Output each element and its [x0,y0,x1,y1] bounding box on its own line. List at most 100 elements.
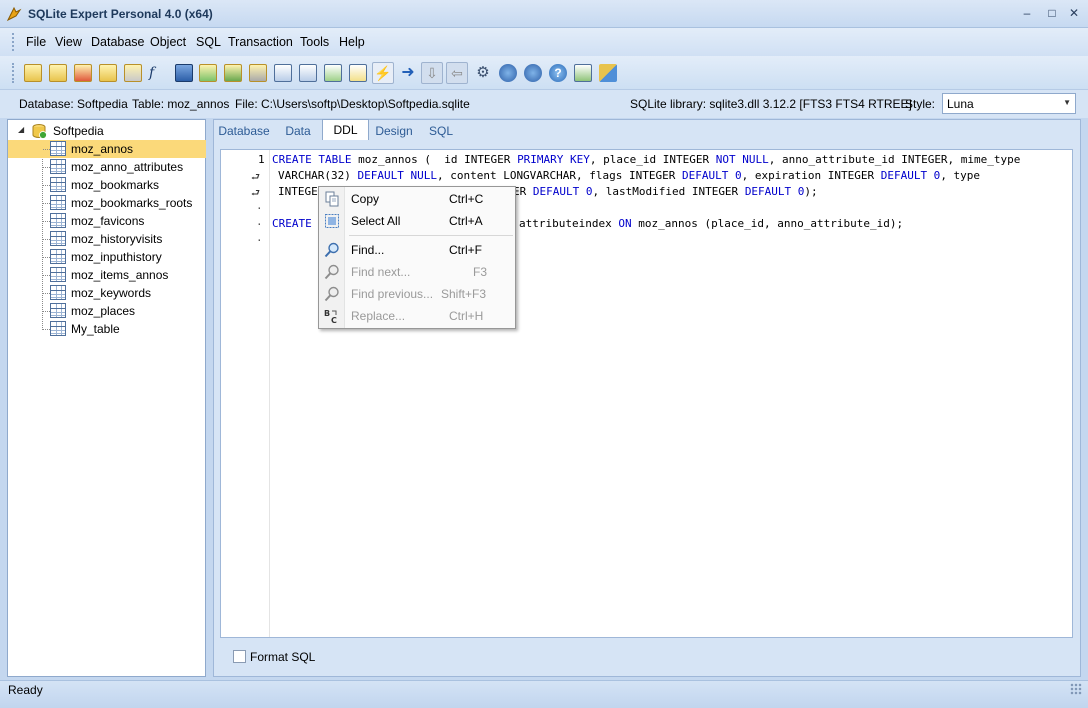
design-table-icon[interactable] [324,64,342,82]
options-icon[interactable]: ⚙ [474,64,492,82]
sql-text: , anno_attribute_id INTEGER, mime_type [768,153,1021,166]
menu-sql[interactable]: SQL [196,35,221,49]
menu-item-select-all[interactable]: Select All Ctrl+A [320,210,514,232]
wrap-icon: ⮐ [251,172,260,183]
next-icon[interactable]: ➜ [399,64,417,82]
script-icon[interactable] [499,64,517,82]
menu-item-find-next[interactable]: Find next... F3 [320,261,514,283]
menu-database[interactable]: Database [91,35,145,49]
menu-item-find[interactable]: Find... Ctrl+F [320,239,514,261]
tab-ddl[interactable]: DDL [322,119,369,140]
close-database-icon[interactable] [74,64,92,82]
menu-help[interactable]: Help [339,35,365,49]
copy-icon [325,191,339,207]
table-icon [50,303,66,318]
code-line-1: CREATE TABLE moz_annos ( id INTEGER PRIM… [272,153,1020,166]
window-title: SQLite Expert Personal 4.0 (x64) [28,7,213,21]
title-bar: SQLite Expert Personal 4.0 (x64) – □ ✕ [0,0,1088,28]
menu-tools[interactable]: Tools [300,35,329,49]
maximize-button[interactable]: □ [1042,5,1062,21]
menu-transaction[interactable]: Transaction [228,35,293,49]
tree-item-moz-keywords[interactable]: moz_keywords [8,284,206,302]
toolbar-grip[interactable] [12,63,15,83]
menu-item-label: Find previous... [351,287,434,301]
refresh-icon[interactable] [199,64,217,82]
chevron-down-icon[interactable]: ▼ [1063,98,1071,107]
import-icon[interactable] [224,64,242,82]
backup-icon[interactable] [175,64,193,82]
tree-item-moz-inputhistory[interactable]: moz_inputhistory [8,248,206,266]
tree-root[interactable]: ◢ Softpedia [8,122,198,140]
sql-keyword: PRIMARY KEY [517,153,590,166]
sql-keyword: NOT NULL [715,153,769,166]
settings-icon[interactable] [249,64,267,82]
code-line-3-start: INTEGE [278,185,318,198]
tree-item-label: moz_inputhistory [71,250,162,264]
tree-item-label: moz_annos [71,142,134,156]
tree-item-moz-items-annos[interactable]: moz_items_annos [8,266,206,284]
table-info: Table: moz_annos [132,97,230,111]
help-icon[interactable]: ? [549,64,567,82]
code-line-4-start: CREATE [272,217,312,230]
tree-item-moz-annos[interactable]: moz_annos [8,140,206,158]
tree-item-moz-places[interactable]: moz_places [8,302,206,320]
new-view-icon[interactable] [299,64,317,82]
tree-item-moz-bookmarks-roots[interactable]: moz_bookmarks_roots [8,194,206,212]
tree-branch [43,275,50,276]
tree-branch [43,203,50,204]
tab-design[interactable]: Design [371,121,417,141]
style-dropdown[interactable]: Luna ▼ [942,93,1076,114]
menu-item-shortcut: F3 [473,265,488,279]
tree-item-moz-anno-attributes[interactable]: moz_anno_attributes [8,158,206,176]
new-database-icon[interactable] [24,64,42,82]
collapse-toggle-icon[interactable]: ◢ [18,125,24,134]
menu-item-find-previous[interactable]: Find previous... Shift+F3 [320,283,514,305]
load-extension-icon[interactable] [524,64,542,82]
menu-object[interactable]: Object [150,35,186,49]
tools-icon[interactable] [599,64,617,82]
move-left-icon[interactable]: ⇦ [446,62,468,84]
format-sql-checkbox[interactable] [233,650,246,663]
console-icon[interactable] [574,64,592,82]
menu-file[interactable]: File [26,35,46,49]
tree-branch [43,185,50,186]
menu-item-copy[interactable]: Copy Ctrl+C [320,188,514,210]
edit-database-icon[interactable] [99,64,117,82]
sql-text: , expiration INTEGER [741,169,881,182]
move-down-icon[interactable]: ⇩ [421,62,443,84]
tab-database[interactable]: Database [214,121,274,141]
minimize-button[interactable]: – [1017,5,1037,21]
svg-text:B: B [324,309,330,318]
replace-icon: B C [324,309,337,324]
sql-keyword: DEFAULT 0 [880,169,941,182]
sql-text: , content LONGVARCHAR, flags INTEGER [436,169,683,182]
code-line-3-end: ER DEFAULT 0, lastModified INTEGER DEFAU… [513,185,818,198]
new-function-icon[interactable]: f [149,64,167,82]
tree-item-moz-bookmarks[interactable]: moz_bookmarks [8,176,206,194]
menu-grip[interactable] [12,33,15,51]
resize-grip-icon[interactable] [1070,683,1082,695]
tree-item-moz-historyvisits[interactable]: moz_historyvisits [8,230,206,248]
sql-text: attributeindex [519,217,619,230]
tab-sql[interactable]: SQL [423,121,459,141]
execute-icon[interactable]: ⚡ [372,62,394,84]
style-label: Style: [905,97,936,111]
tree-item-moz-favicons[interactable]: moz_favicons [8,212,206,230]
sql-text: ); [804,185,818,198]
menu-view[interactable]: View [55,35,82,49]
find-icon [324,242,339,258]
info-bar: Database: Softpedia Table: moz_annos Fil… [0,90,1088,118]
tree-branch [43,329,50,330]
open-database-icon[interactable] [49,64,67,82]
close-button[interactable]: ✕ [1064,5,1084,21]
code-line-2: VARCHAR(32) DEFAULT NULL, content LONGVA… [278,169,980,182]
attach-database-icon[interactable] [124,64,142,82]
tree-item-label: My_table [71,322,120,336]
table-icon [50,267,66,282]
tab-data[interactable]: Data [278,121,318,141]
new-trigger-icon[interactable] [349,64,367,82]
context-menu: Copy Ctrl+C Select All Ctrl+A Find... Ct… [318,186,516,329]
tree-item-my-table[interactable]: My_table [8,320,206,338]
menu-item-replace[interactable]: B C Replace... Ctrl+H [320,305,514,327]
new-table-icon[interactable] [274,64,292,82]
